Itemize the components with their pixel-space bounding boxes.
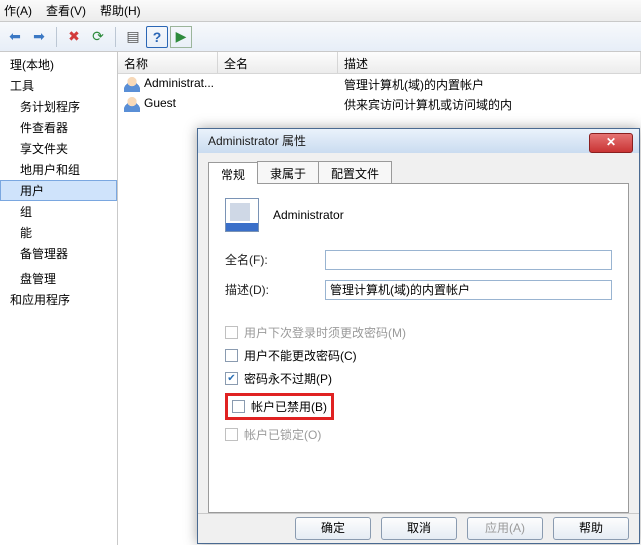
- fullname-field[interactable]: [325, 250, 612, 270]
- tree-node[interactable]: 务计划程序: [0, 96, 117, 117]
- account-name: Administrator: [273, 208, 344, 222]
- menu-item-action[interactable]: 作(A): [4, 2, 32, 19]
- forward-icon[interactable]: ➡: [28, 26, 50, 48]
- checkbox-cannot-change[interactable]: [225, 349, 238, 362]
- user-large-icon: [225, 198, 259, 232]
- col-fullname[interactable]: 全名: [218, 52, 338, 73]
- highlight-box: 帐户已禁用(B): [225, 393, 334, 420]
- run-icon[interactable]: ▶: [170, 26, 192, 48]
- apply-button[interactable]: 应用(A): [467, 517, 543, 540]
- ok-button[interactable]: 确定: [295, 517, 371, 540]
- checkbox-never-expire[interactable]: ✔: [225, 372, 238, 385]
- tab-general[interactable]: 常规: [208, 162, 258, 184]
- dialog-title: Administrator 属性: [208, 132, 306, 149]
- menu-item-view[interactable]: 查看(V): [46, 2, 86, 19]
- tree-node[interactable]: 盘管理: [0, 268, 117, 289]
- user-icon: [124, 76, 140, 92]
- tree-node[interactable]: 享文件夹: [0, 138, 117, 159]
- menubar: 作(A) 查看(V) 帮助(H): [0, 0, 641, 22]
- list-item[interactable]: Guest 供来宾访问计算机或访问域的内: [118, 94, 641, 114]
- tree-node[interactable]: 工具: [0, 75, 117, 96]
- col-desc[interactable]: 描述: [338, 52, 641, 73]
- tree-node[interactable]: 组: [0, 201, 117, 222]
- separator: [115, 27, 116, 47]
- menu-item-help[interactable]: 帮助(H): [100, 2, 141, 19]
- checkbox-disabled-label: 帐户已禁用(B): [251, 398, 327, 415]
- delete-icon[interactable]: ✖: [63, 26, 85, 48]
- refresh-icon[interactable]: ⟳: [87, 26, 109, 48]
- checkbox-disabled[interactable]: [232, 400, 245, 413]
- nav-tree: 理(本地) 工具 务计划程序 件查看器 享文件夹 地用户和组 用户 组 能 备管…: [0, 52, 118, 545]
- tab-profile[interactable]: 配置文件: [318, 161, 392, 183]
- list-item[interactable]: Administrat... 管理计算机(域)的内置帐户: [118, 74, 641, 94]
- toolbar: ⬅ ➡ ✖ ⟳ ▤ ? ▶: [0, 22, 641, 52]
- checkbox-cannot-change-label: 用户不能更改密码(C): [244, 347, 357, 364]
- user-icon: [124, 96, 140, 112]
- properties-icon[interactable]: ▤: [122, 26, 144, 48]
- list-header: 名称 全名 描述: [118, 52, 641, 74]
- description-field[interactable]: 管理计算机(域)的内置帐户: [325, 280, 612, 300]
- close-icon[interactable]: ✕: [589, 133, 633, 153]
- tree-node[interactable]: 和应用程序: [0, 289, 117, 310]
- tree-node-users[interactable]: 用户: [0, 180, 117, 201]
- tree-node[interactable]: 理(本地): [0, 54, 117, 75]
- back-icon[interactable]: ⬅: [4, 26, 26, 48]
- description-label: 描述(D):: [225, 281, 325, 298]
- tab-strip: 常规 隶属于 配置文件: [208, 161, 629, 183]
- help-button[interactable]: 帮助: [553, 517, 629, 540]
- properties-dialog: Administrator 属性 ✕ 常规 隶属于 配置文件 Administr…: [197, 128, 640, 544]
- help-icon[interactable]: ?: [146, 26, 168, 48]
- checkbox-must-change: [225, 326, 238, 339]
- tab-memberof[interactable]: 隶属于: [257, 161, 319, 183]
- cancel-button[interactable]: 取消: [381, 517, 457, 540]
- col-name[interactable]: 名称: [118, 52, 218, 73]
- tree-node[interactable]: 备管理器: [0, 243, 117, 264]
- tree-node[interactable]: 能: [0, 222, 117, 243]
- checkbox-locked: [225, 428, 238, 441]
- dialog-button-bar: 确定 取消 应用(A) 帮助: [198, 513, 639, 543]
- separator: [56, 27, 57, 47]
- tree-node[interactable]: 地用户和组: [0, 159, 117, 180]
- tree-node[interactable]: 件查看器: [0, 117, 117, 138]
- checkbox-never-expire-label: 密码永不过期(P): [244, 370, 332, 387]
- fullname-label: 全名(F):: [225, 251, 325, 268]
- tab-pane-general: Administrator 全名(F): 描述(D): 管理计算机(域)的内置帐…: [208, 183, 629, 513]
- checkbox-must-change-label: 用户下次登录时须更改密码(M): [244, 324, 406, 341]
- checkbox-locked-label: 帐户已锁定(O): [244, 426, 321, 443]
- dialog-titlebar[interactable]: Administrator 属性 ✕: [198, 129, 639, 153]
